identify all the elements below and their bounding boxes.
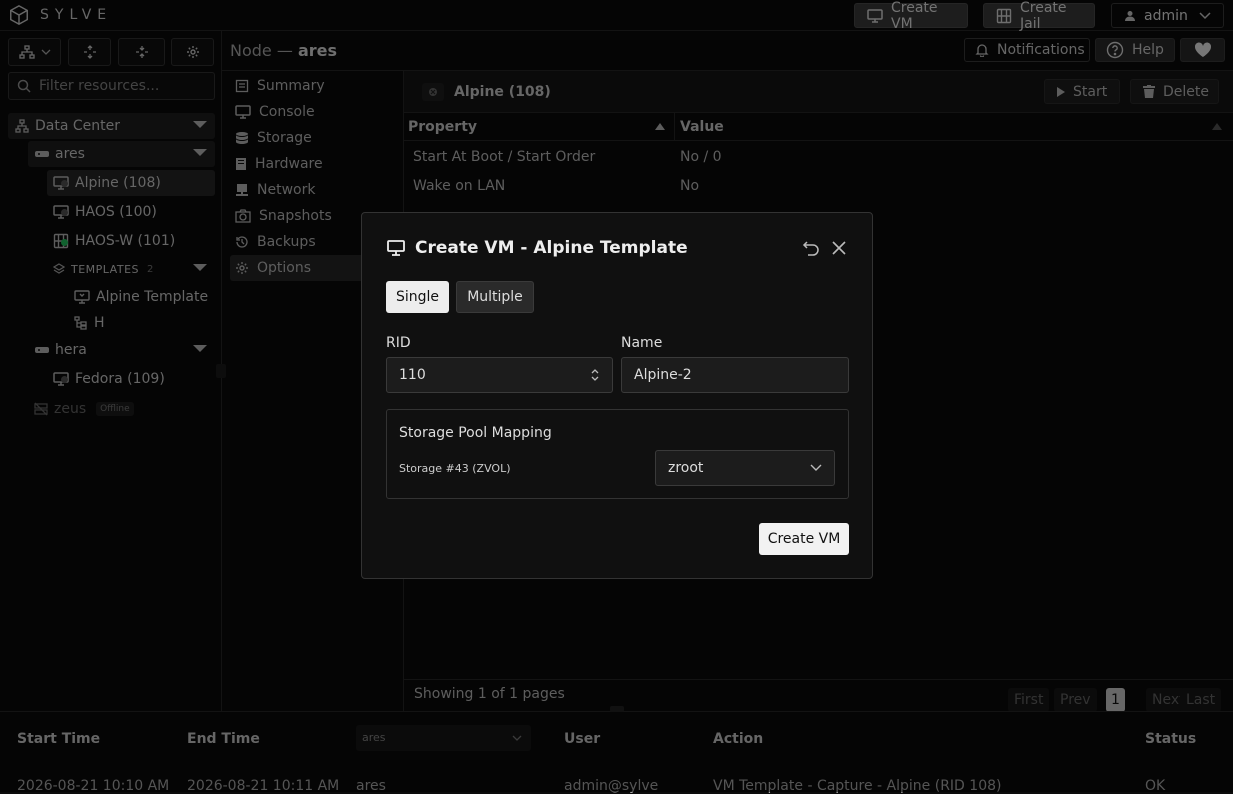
rid-input[interactable]: 110 — [386, 357, 613, 393]
chevron-down-icon — [810, 464, 822, 472]
storage-pool-mapping: Storage Pool Mapping Storage #43 (ZVOL) … — [386, 409, 849, 499]
stepper-icon[interactable] — [590, 368, 600, 382]
pool-mapping-title: Storage Pool Mapping — [399, 425, 552, 441]
rid-value: 110 — [399, 367, 426, 383]
reset-icon[interactable] — [802, 240, 820, 256]
dialog-title: Create VM - Alpine Template — [387, 238, 688, 258]
dialog-title-text: Create VM - Alpine Template — [415, 238, 688, 258]
pool-target-value: zroot — [668, 460, 704, 476]
pool-target-select[interactable]: zroot — [655, 450, 835, 486]
name-input[interactable]: Alpine-2 — [621, 357, 849, 393]
create-vm-dialog: Create VM - Alpine Template Single Multi… — [361, 212, 873, 579]
mode-single-tab[interactable]: Single — [386, 281, 449, 313]
rid-label: RID — [386, 335, 411, 351]
name-label: Name — [621, 335, 663, 351]
mode-multiple-tab[interactable]: Multiple — [456, 281, 534, 313]
create-vm-submit-button[interactable]: Create VM — [759, 523, 849, 555]
pool-source: Storage #43 (ZVOL) — [399, 462, 511, 475]
monitor-icon — [387, 240, 405, 256]
close-icon[interactable] — [832, 241, 846, 255]
name-value: Alpine-2 — [634, 367, 692, 383]
